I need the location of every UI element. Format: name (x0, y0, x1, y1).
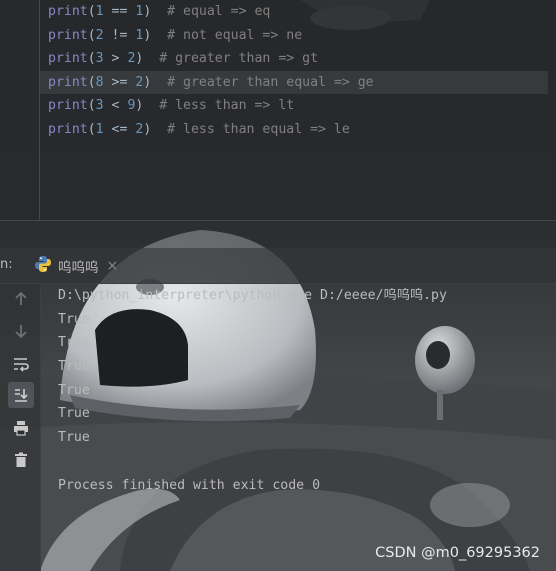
function-name: print (48, 74, 88, 90)
output-line: True (58, 406, 90, 422)
comment: # not equal => ne (151, 27, 303, 43)
function-name: print (48, 121, 88, 137)
comment: # equal => eq (151, 4, 271, 19)
rerun-up-icon[interactable] (8, 286, 34, 312)
operand-left: 2 (95, 27, 104, 43)
editor-gutter (0, 0, 40, 220)
output-line: True (58, 359, 90, 375)
watermark: CSDN @m0_69295362 (375, 545, 540, 561)
paren-open: ( (87, 4, 96, 19)
paren-open: ( (87, 74, 96, 90)
close-tab-icon[interactable]: × (107, 258, 119, 274)
operator: == (103, 4, 136, 19)
run-toolbar (0, 284, 41, 571)
code-line[interactable]: print(2 != 1) # not equal => ne (48, 24, 548, 48)
soft-wrap-icon[interactable] (8, 351, 34, 377)
stop-down-icon[interactable] (8, 318, 34, 344)
paren-open: ( (87, 98, 96, 114)
operand-left: 1 (95, 121, 104, 137)
operand-left: 3 (95, 98, 104, 114)
operator: > (103, 51, 128, 67)
function-name: print (48, 27, 88, 43)
run-tool-window-header: n: 呜呜呜 × (0, 248, 556, 284)
run-command-line: D:\python_interpreter\python.exe D:/eeee… (58, 288, 447, 303)
operator: != (103, 27, 136, 43)
output-line: True (58, 430, 90, 446)
operator: < (103, 98, 128, 114)
output-line: True (58, 335, 90, 351)
console-output[interactable]: D:\python_interpreter\python.exe D:/eeee… (58, 284, 447, 497)
exit-message: Process finished with exit code 0 (58, 477, 321, 493)
run-tab-label: 呜呜呜 (58, 260, 99, 276)
operator: <= (103, 121, 136, 137)
paren-open: ( (87, 27, 96, 43)
output-line: True (58, 311, 90, 327)
print-icon[interactable] (8, 415, 34, 441)
trash-icon[interactable] (8, 447, 34, 473)
operand-left: 1 (95, 4, 104, 19)
operand-left: 3 (95, 51, 104, 67)
code-line[interactable]: print(3 > 2) # greater than => gt (48, 47, 548, 71)
function-name: print (48, 51, 88, 67)
comment: # less than => lt (143, 98, 295, 114)
code-line[interactable]: print(3 < 9) # less than => lt (48, 94, 548, 118)
paren-open: ( (87, 121, 96, 137)
run-tab[interactable]: 呜呜呜 × (34, 254, 118, 278)
code-line[interactable]: print(1 <= 2) # less than equal => le (48, 118, 548, 142)
code-line-current[interactable]: print(8 >= 2) # greater than equal => ge (40, 70, 548, 95)
output-line: True (58, 382, 90, 398)
paren-open: ( (87, 51, 96, 67)
python-icon (34, 255, 52, 277)
comment: # greater than => gt (143, 51, 319, 67)
function-name: print (48, 98, 88, 114)
code-area[interactable]: print(1 == 1) # equal => eq print(2 != 1… (40, 0, 548, 142)
scroll-to-end-icon[interactable] (8, 382, 34, 408)
code-editor[interactable]: print(1 == 1) # equal => eq print(2 != 1… (0, 0, 556, 220)
operator: >= (103, 74, 136, 90)
pane-splitter[interactable] (0, 220, 556, 248)
run-window-label: n: (0, 257, 13, 272)
code-line[interactable]: print(1 == 1) # equal => eq (48, 0, 548, 24)
comment: # less than equal => le (151, 121, 350, 137)
function-name: print (48, 4, 88, 19)
operand-left: 8 (95, 74, 104, 90)
comment: # greater than equal => ge (151, 74, 374, 90)
